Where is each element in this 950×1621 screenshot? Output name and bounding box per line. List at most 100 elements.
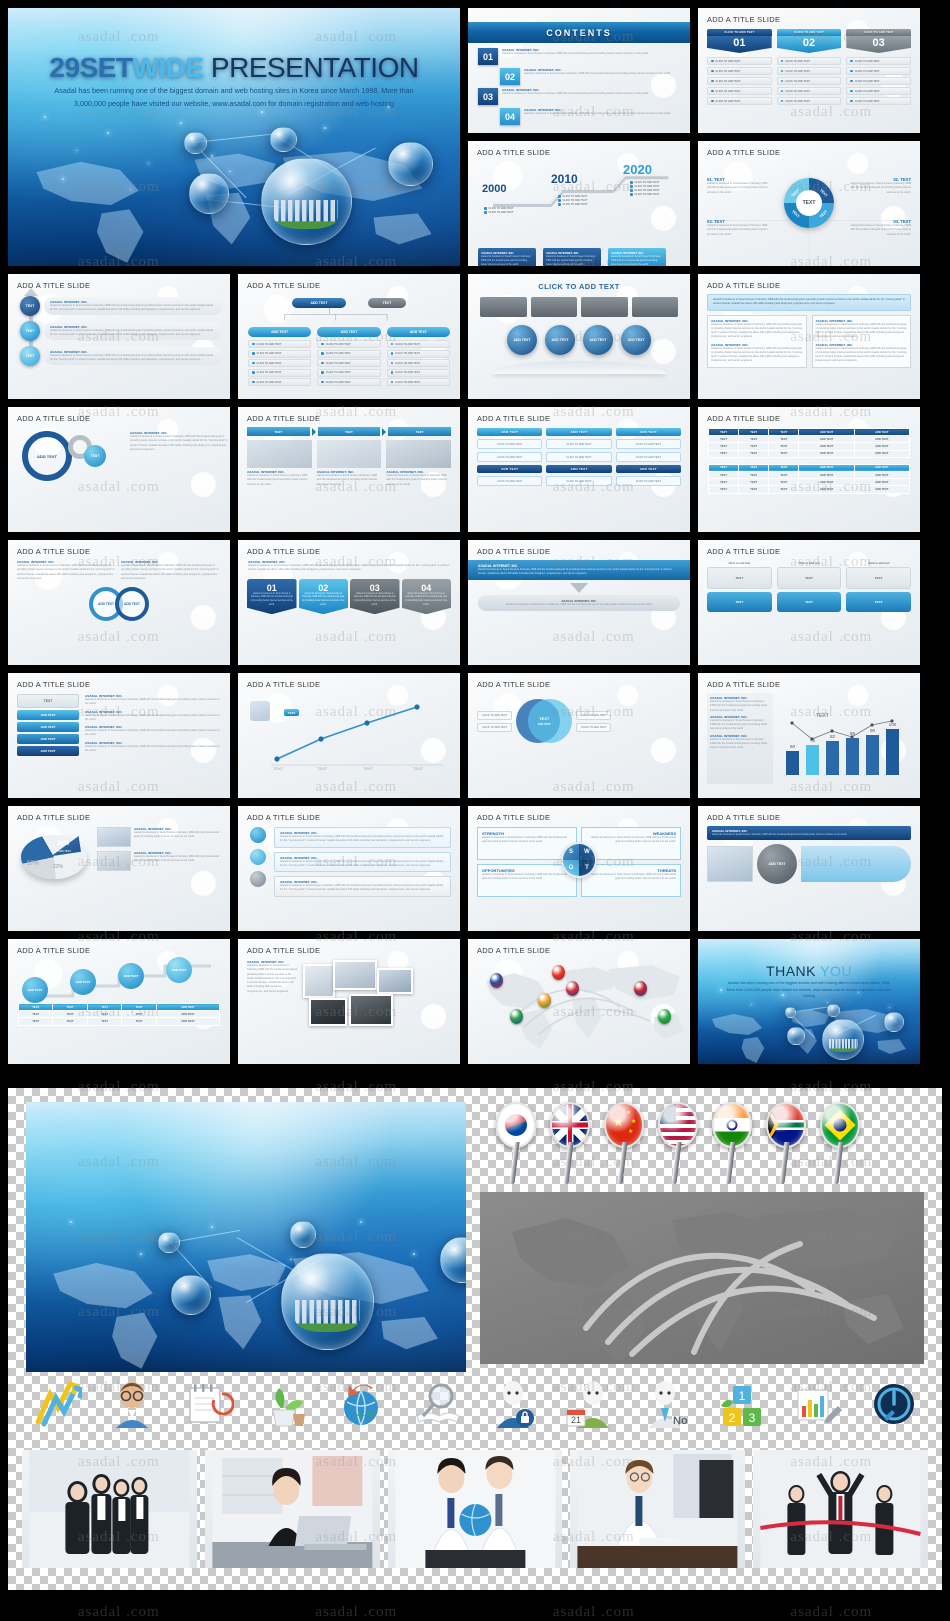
- pillar-bubble[interactable]: ADD TEXT: [583, 325, 613, 355]
- flag-pin-united-states[interactable]: [652, 1102, 704, 1188]
- slide-world-pins[interactable]: ADD A TITLE SLIDE: [468, 939, 690, 1064]
- grid-cell[interactable]: CLICK TO ADD TEXT: [615, 452, 681, 462]
- pie-legend-row[interactable]: ASADAL INTERNET, INC. started its busines…: [97, 827, 221, 847]
- curve-callout[interactable]: TEXT: [284, 709, 300, 716]
- call-center-woman-photo[interactable]: [204, 1450, 380, 1568]
- slide-box-grid[interactable]: ADD A TITLE SLIDE ADD TEXT CLICK TO ADD …: [468, 407, 690, 532]
- grid-cell[interactable]: ADD TEXT: [477, 428, 543, 436]
- process-step[interactable]: TEXT: [317, 427, 381, 436]
- matrix-cell[interactable]: TEXT: [776, 592, 842, 612]
- timeline-card[interactable]: ASADAL INTERNET, INC. started its busine…: [478, 248, 536, 266]
- gallery-photo[interactable]: [309, 998, 347, 1026]
- org-branch[interactable]: ADD TEXT CLICK TO ADD TEXT CLICK TO ADD …: [248, 327, 312, 386]
- slide-bar-chart[interactable]: ADD A TITLE SLIDE ASADAL INTERNET, INC. …: [698, 673, 920, 798]
- slide-photo-process[interactable]: ADD A TITLE SLIDE TEXT TEXT TEXT ASADAL …: [238, 407, 460, 532]
- slide-timeline[interactable]: ADD A TITLE SLIDE 2000 2010 2020 CLICK T…: [468, 141, 690, 266]
- slide-curve-chart[interactable]: ADD A TITLE SLIDE TEXT TEXT TEXT TEXT TEXT: [238, 673, 460, 798]
- grid-cell[interactable]: ADD TEXT: [615, 465, 681, 473]
- gallery-photo[interactable]: [349, 994, 393, 1026]
- bar-chart-pen-icon[interactable]: [792, 1378, 844, 1430]
- grid-cell[interactable]: CLICK TO ADD TEXT: [477, 476, 543, 486]
- pin-japan[interactable]: [552, 965, 565, 980]
- grid-cell[interactable]: ADD TEXT: [546, 428, 612, 436]
- venn-bullet[interactable]: CLICK TO ADD TEXT: [477, 710, 513, 720]
- matrix-cell[interactable]: TEXT: [707, 592, 772, 612]
- pin-brazil[interactable]: [658, 1009, 671, 1024]
- slide-vertical-steps[interactable]: ADD A TITLE SLIDE TEXT ASADAL INTERNET, …: [8, 274, 230, 399]
- circle-node[interactable]: ADD TEXT: [115, 587, 149, 622]
- flag-pin-china[interactable]: ★ ★ ★ ★: [598, 1102, 650, 1188]
- grid-cell[interactable]: CLICK TO ADD TEXT: [546, 476, 612, 486]
- swot-wheel[interactable]: S W O T: [561, 842, 597, 878]
- step-node[interactable]: ADD TEXT: [22, 977, 48, 1003]
- slide-cycle[interactable]: ADD A TITLE SLIDE TEXT TEXT TEXT TEXT TE…: [698, 141, 920, 266]
- process-step[interactable]: TEXT: [388, 427, 452, 436]
- step-node[interactable]: ADD TEXT: [166, 957, 192, 983]
- swot-quadrant[interactable]: THREATS started its business in Seoul Ko…: [581, 864, 681, 897]
- celebration-ribbon-photo[interactable]: [753, 1450, 928, 1568]
- step-bubble[interactable]: TEXT: [20, 346, 40, 366]
- pin-united-states[interactable]: [634, 981, 647, 996]
- funnel-row[interactable]: ADD TEXT: [17, 710, 79, 720]
- slide-pie-chart[interactable]: ADD A TITLE SLIDE 20% ADD TEXT 23% 57% A…: [8, 806, 230, 931]
- step-node[interactable]: ADD TEXT: [118, 963, 144, 989]
- step-table[interactable]: TEXT TEXT TEXT TEXT ADD TEXT TEXT TEXT T…: [17, 1002, 221, 1026]
- chevron-block[interactable]: 01 started its business in Seoul Korea i…: [247, 578, 297, 615]
- venn-bullet[interactable]: CLICK TO ADD TEXT: [576, 710, 612, 720]
- funnel-row[interactable]: ADD TEXT: [17, 722, 79, 732]
- venn-bullet[interactable]: CLICK TO ADD TEXT: [477, 722, 513, 732]
- person-calendar-icon[interactable]: 21: [563, 1378, 615, 1430]
- funnel-row[interactable]: ADD TEXT: [17, 734, 79, 744]
- businessman-desk-photo[interactable]: [570, 1450, 746, 1568]
- slide-cover[interactable]: 29SETWIDE PRESENTATION Asadal has been r…: [8, 8, 460, 266]
- pillar-bubble[interactable]: ADD TEXT: [507, 325, 537, 355]
- column-block[interactable]: CLICK TO ADD TEXT 02 CLICK TO ADD TEXT C…: [776, 29, 842, 105]
- flag-pin-united-kingdom[interactable]: [544, 1102, 596, 1188]
- slide-photo-banner[interactable]: ADD A TITLE SLIDE ASADAL INTERNET, INC. …: [698, 806, 920, 931]
- slide-thank-you[interactable]: THANK YOU Asadal has been running one of…: [698, 939, 920, 1064]
- slide-three-column[interactable]: ADD A TITLE SLIDE CLICK TO ADD TEXT 01 C…: [698, 8, 920, 133]
- slide-list-cards[interactable]: ADD A TITLE SLIDE ASADAL INTERNET, INC. …: [238, 806, 460, 931]
- swot-quadrant[interactable]: OPPORTUNITIES started its business in Se…: [477, 864, 577, 897]
- grid-cell[interactable]: ADD TEXT: [615, 428, 681, 436]
- org-branch[interactable]: ADD TEXT CLICK TO ADD TEXT CLICK TO ADD …: [317, 327, 381, 386]
- grid-cell[interactable]: CLICK TO ADD TEXT: [546, 452, 612, 462]
- chevron-block[interactable]: 02 started its business in Seoul Korea i…: [298, 578, 348, 615]
- pin-south-africa[interactable]: [510, 1009, 523, 1024]
- grid-cell[interactable]: CLICK TO ADD TEXT: [615, 439, 681, 449]
- step-bubble[interactable]: TEXT: [20, 321, 40, 341]
- business-team-photo[interactable]: [22, 1450, 197, 1568]
- chevron-block[interactable]: 04 started its business in Seoul Korea i…: [401, 578, 451, 615]
- matrix-cell[interactable]: TEXT: [846, 592, 912, 612]
- grid-cell[interactable]: CLICK TO ADD TEXT: [477, 452, 543, 462]
- timeline-card[interactable]: ASADAL INTERNET, INC. started its busine…: [543, 248, 601, 266]
- flag-pin-south-africa[interactable]: [760, 1102, 812, 1188]
- banner-bubble[interactable]: ADD TEXT: [757, 843, 797, 884]
- pillar-bubble[interactable]: ADD TEXT: [545, 325, 575, 355]
- org-root[interactable]: ADD TEXT: [292, 298, 346, 308]
- slide-tables[interactable]: ADD A TITLE SLIDE TEXT TEXT TEXT ADD TEX…: [698, 407, 920, 532]
- process-step[interactable]: TEXT: [247, 427, 310, 436]
- step-node[interactable]: ADD TEXT: [70, 969, 96, 995]
- gear-ring-large[interactable]: ADD TEXT: [22, 431, 72, 481]
- slide-icon-matrix[interactable]: ADD A TITLE SLIDE Click to add text TEXT…: [698, 540, 920, 665]
- grid-cell[interactable]: ADD TEXT: [546, 465, 612, 473]
- pie-legend-row[interactable]: ASADAL INTERNET, INC. started its busines…: [97, 851, 221, 871]
- timeline-card[interactable]: ASADAL INTERNET, INC. started its busine…: [608, 248, 666, 266]
- matrix-cell[interactable]: TEXT: [776, 567, 842, 589]
- globe-refresh-icon[interactable]: [335, 1378, 387, 1430]
- org-branch[interactable]: ADD TEXT CLICK TO ADD TEXT CLICK TO ADD …: [386, 327, 450, 386]
- numbered-blocks-icon[interactable]: 1 2 3: [715, 1378, 767, 1430]
- list-card[interactable]: ASADAL INTERNET, INC. started its busine…: [274, 876, 451, 897]
- slide-venn[interactable]: ADD A TITLE SLIDE CLICK TO ADD TEXT CLIC…: [468, 673, 690, 798]
- person-no-icon[interactable]: No: [639, 1378, 691, 1430]
- grid-cell[interactable]: CLICK TO ADD TEXT: [477, 439, 543, 449]
- growth-arrows-icon[interactable]: [30, 1378, 86, 1430]
- flag-pin-south-korea[interactable]: [490, 1102, 542, 1188]
- slide-funnel[interactable]: ADD A TITLE SLIDE TEXT ADD TEXT ADD TEXT…: [8, 673, 230, 798]
- funnel-row[interactable]: ADD TEXT: [17, 746, 79, 756]
- scientist-person-icon[interactable]: [106, 1378, 158, 1430]
- gallery-photo[interactable]: [333, 960, 377, 990]
- slide-chevron[interactable]: ADD A TITLE SLIDE ASADAL INTERNET, INC. …: [238, 540, 460, 665]
- gallery-photo[interactable]: [303, 964, 335, 998]
